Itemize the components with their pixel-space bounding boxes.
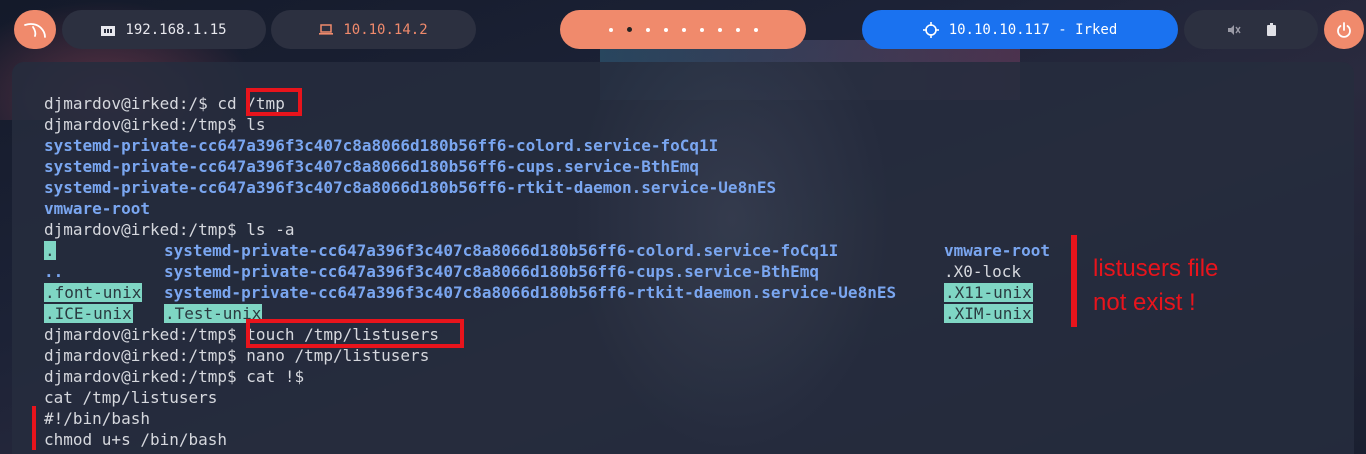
terminal-line: djmardov@irked:/tmp$ nano /tmp/listusers (44, 346, 430, 365)
ls-a-entry: .. (44, 262, 64, 281)
ls-a-entry: .X11-unix (944, 283, 1033, 302)
power-icon (1337, 21, 1351, 38)
crosshair-icon (922, 21, 939, 38)
workspace-dot[interactable] (699, 27, 704, 32)
workspace-dot-active[interactable] (626, 27, 632, 32)
power-button[interactable] (1324, 10, 1364, 49)
ls-a-entry: . (44, 241, 56, 260)
network-card-icon (101, 25, 116, 36)
battery-icon[interactable] (1266, 23, 1276, 36)
ls-a-entry: .XIM-unix (944, 304, 1033, 323)
highlight-box-tmp (246, 88, 302, 116)
ls-a-entry: .ICE-unix (44, 304, 133, 323)
annotation-bar (1071, 235, 1077, 327)
terminal-output: cat /tmp/listusers (44, 388, 218, 407)
workspace-dot[interactable] (735, 27, 740, 32)
workspace-dot[interactable] (717, 27, 722, 32)
ls-a-entry: .X0-lock (944, 262, 1022, 281)
workspace-dot[interactable] (681, 27, 686, 32)
system-tray (1184, 10, 1318, 49)
vpn-ip-widget[interactable]: 10.10.14.2 (271, 10, 476, 49)
ls-a-entry: systemd-private-cc647a396f3c407c8a8066d1… (164, 262, 820, 281)
workspace-switcher[interactable] (560, 10, 806, 49)
workspace-dot[interactable] (645, 27, 650, 32)
workspace-dot[interactable] (663, 27, 668, 32)
vpn-ip-text: 10.10.14.2 (343, 21, 428, 38)
target-text: 10.10.10.117 - Irked (948, 21, 1118, 38)
terminal-line: djmardov@irked:/tmp$ cat !$ (44, 367, 305, 386)
workspace-dot[interactable] (608, 27, 613, 32)
ls-output-dir: systemd-private-cc647a396f3c407c8a8066d1… (44, 157, 700, 176)
terminal-output: #!/bin/bash (44, 409, 150, 428)
muted-volume-icon[interactable] (1227, 24, 1241, 36)
highlight-box-touch (246, 319, 464, 348)
ls-output-dir: systemd-private-cc647a396f3c407c8a8066d1… (44, 136, 719, 155)
terminal-output: chmod u+s /bin/bash (44, 430, 228, 449)
terminal-line: djmardov@irked:/tmp$ ls -a (44, 220, 295, 239)
annotation-text: listusers file not exist ! (1093, 255, 1219, 316)
ls-a-entry: vmware-root (944, 241, 1050, 260)
top-bar: 192.168.1.15 10.10.14.2 10.10.10.117 - I… (0, 0, 1366, 62)
ls-a-entry: systemd-private-cc647a396f3c407c8a8066d1… (164, 241, 839, 260)
kali-dragon-icon (24, 22, 46, 38)
local-ip-widget[interactable]: 192.168.1.15 (62, 10, 266, 49)
kali-menu-button[interactable] (14, 10, 56, 49)
ls-a-entry: systemd-private-cc647a396f3c407c8a8066d1… (164, 283, 897, 302)
ls-a-entry: .font-unix (44, 283, 143, 302)
laptop-icon (319, 24, 334, 35)
workspace-dot[interactable] (753, 27, 758, 32)
annotation-bar-script (32, 406, 36, 450)
ls-output-dir: systemd-private-cc647a396f3c407c8a8066d1… (44, 178, 777, 197)
local-ip-text: 192.168.1.15 (125, 21, 227, 38)
terminal-window[interactable]: djmardov@irked:/$ cd /tmp djmardov@irked… (12, 62, 1354, 454)
target-widget[interactable]: 10.10.10.117 - Irked (862, 10, 1178, 49)
terminal-line: djmardov@irked:/tmp$ ls (44, 115, 266, 134)
ls-output-dir: vmware-root (44, 199, 150, 218)
